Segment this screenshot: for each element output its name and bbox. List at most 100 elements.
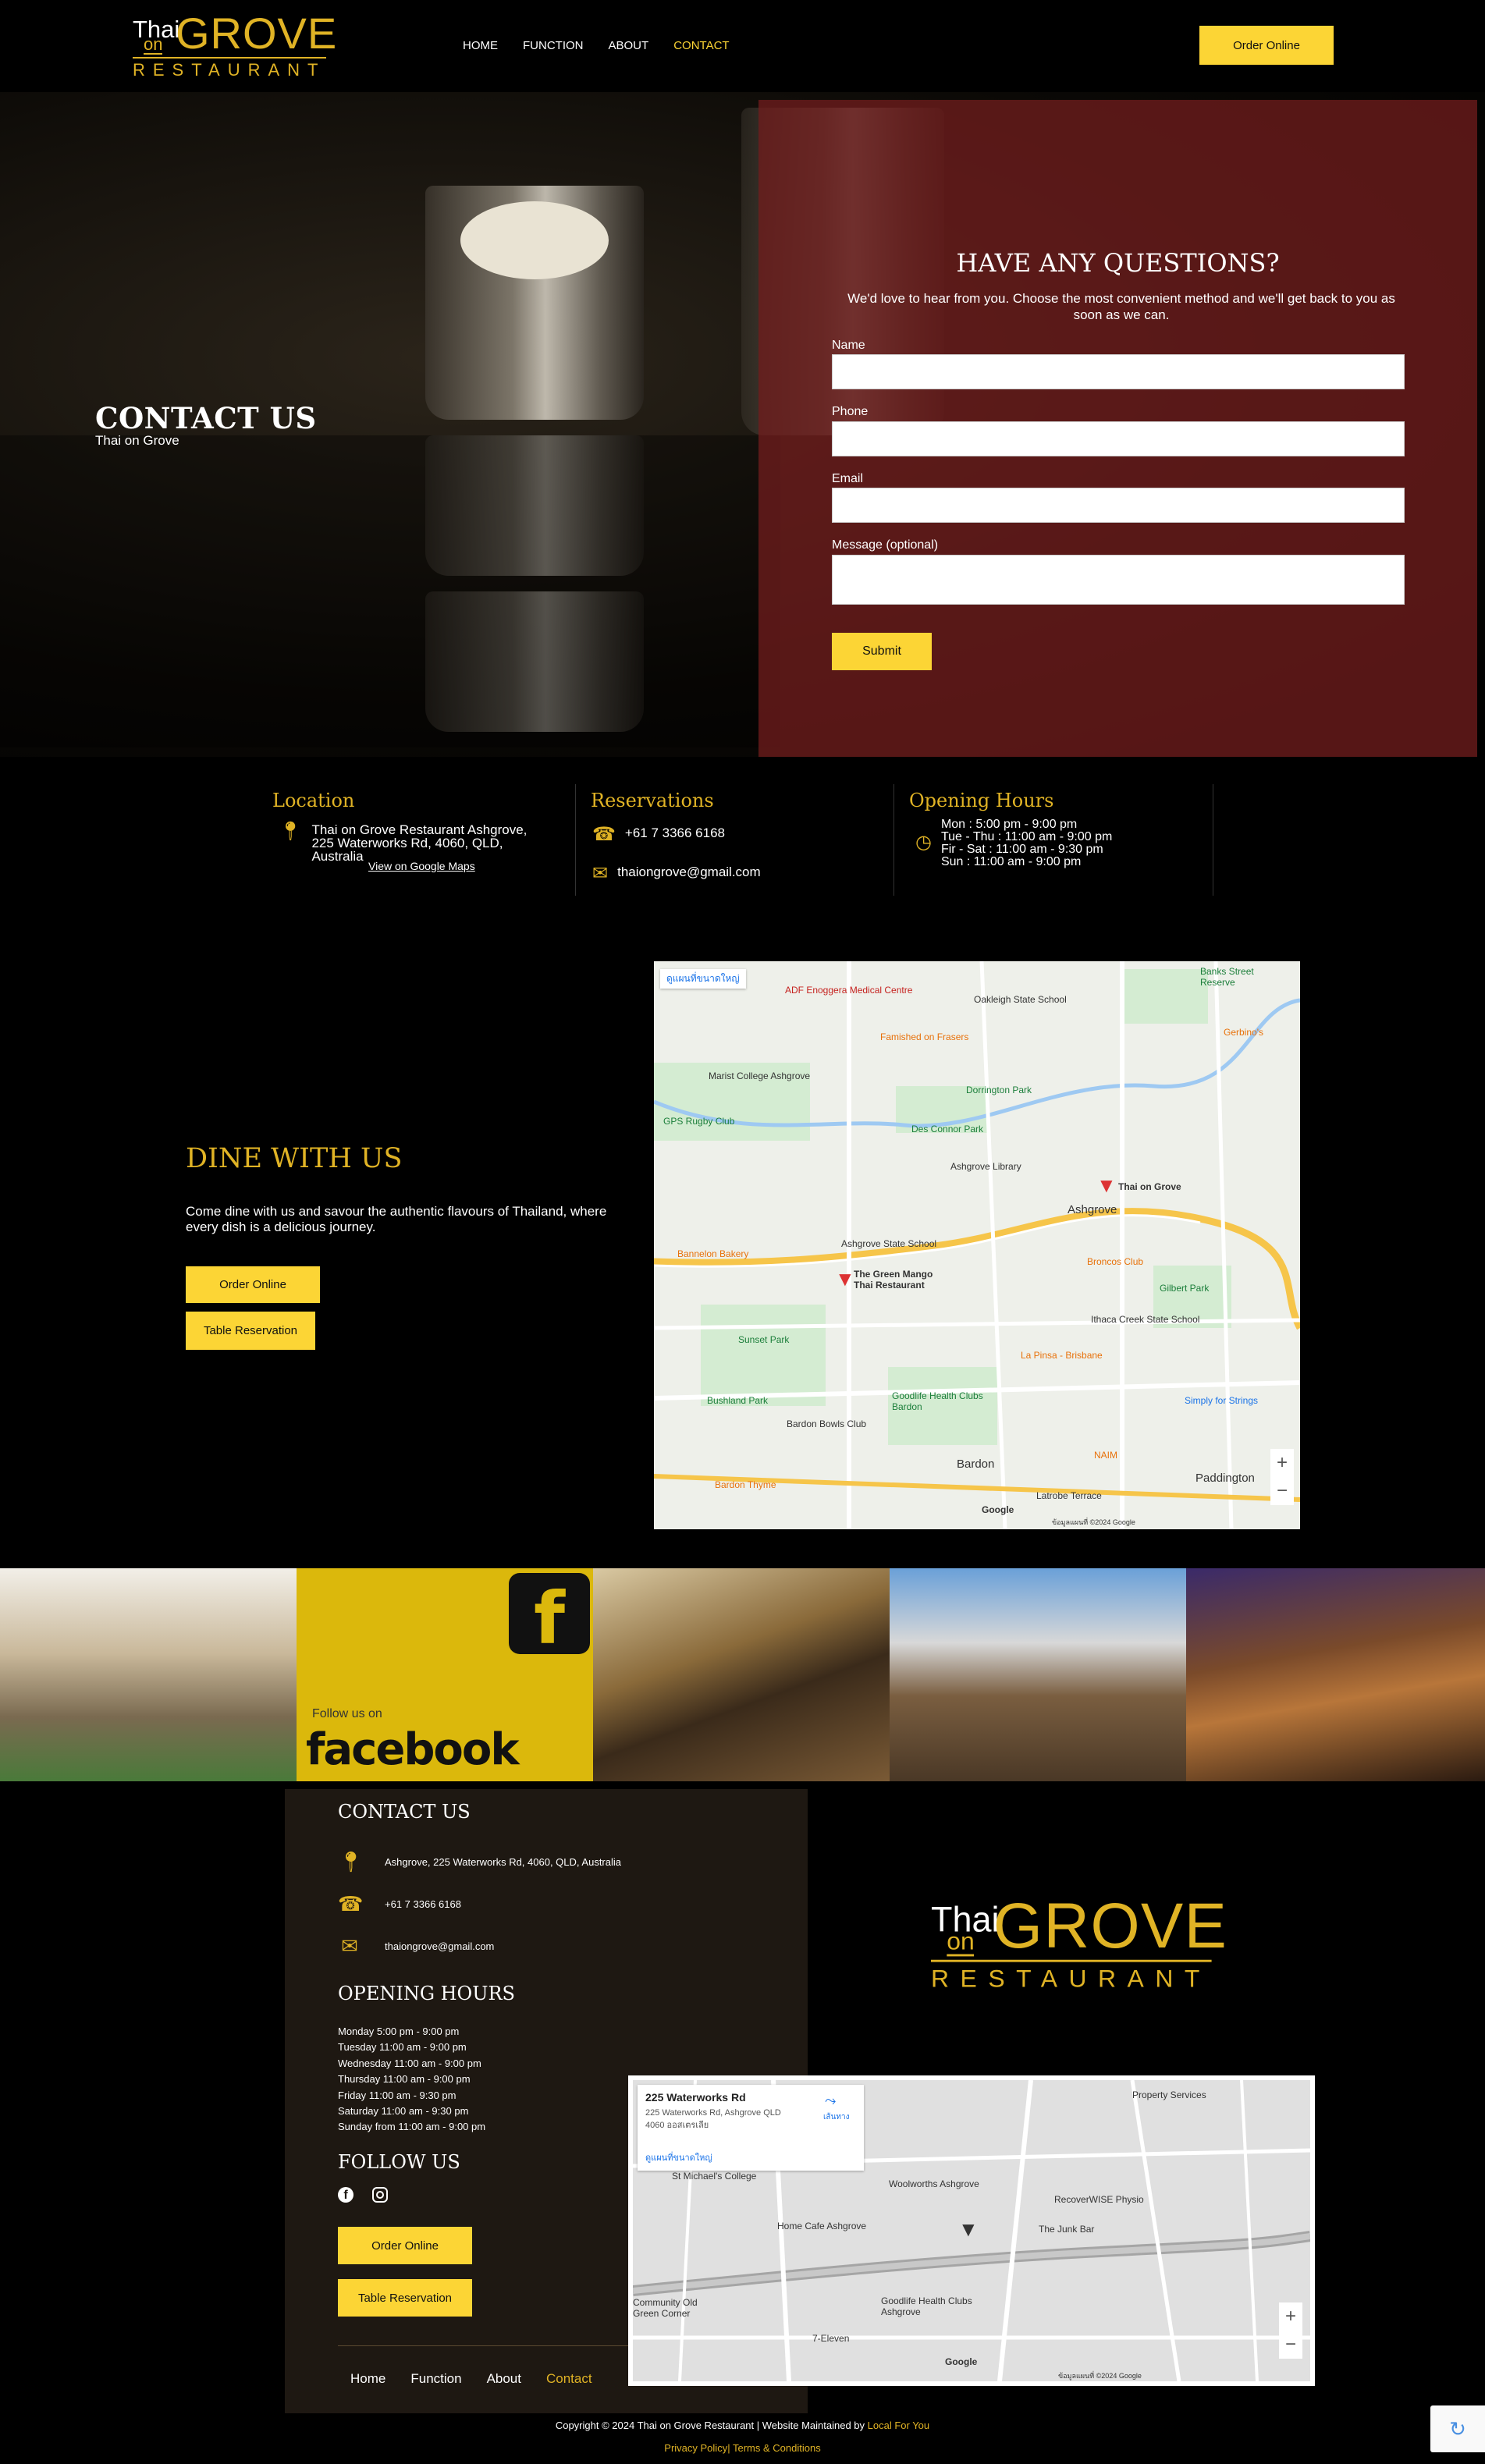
email-field[interactable] [832, 488, 1405, 523]
nav-home[interactable]: HOME [463, 39, 498, 52]
dine-table-reservation-button[interactable]: Table Reservation [186, 1312, 315, 1350]
phone-icon: ☎ [592, 824, 616, 845]
gallery-image[interactable] [593, 1568, 890, 1781]
map-label: 7-Eleven [812, 2333, 850, 2344]
hero-subtitle: Thai on Grove [95, 433, 179, 448]
reservation-email-line[interactable]: ✉ thaiongrove@gmail.com [592, 865, 761, 883]
location-heading: Location [272, 790, 355, 811]
map-attribution: ข้อมูลแผนที่ ©2024 Google [1052, 1518, 1135, 1526]
footer-nav-about[interactable]: About [487, 2371, 521, 2387]
footer-phone-line[interactable]: ☎ +61 7 3366 6168 [338, 1894, 461, 1914]
email-label: Email [832, 472, 864, 485]
map-label: Goodlife Health Clubs Bardon [892, 1390, 983, 1412]
map-label: Woolworths Ashgrove [889, 2178, 979, 2189]
footer-order-online-button[interactable]: Order Online [338, 2227, 472, 2264]
info-divider [893, 784, 894, 896]
map-label: Ithaca Creek State School [1091, 1314, 1200, 1325]
location-map[interactable]: ดูแผนที่ขนาดใหญ่ Oakleigh State School B… [654, 961, 1300, 1529]
map-pin-icon: ▼ [835, 1267, 855, 1291]
map-label: La Pinsa - Brisbane [1021, 1350, 1103, 1361]
restaurant-map-pin-icon[interactable]: ▼ [1096, 1173, 1117, 1198]
location-column: Location 📍︎ Thai on Grove Restaurant Ash… [272, 784, 569, 896]
info-divider [575, 784, 576, 896]
reservation-phone: +61 7 3366 6168 [624, 825, 726, 840]
map-zoom-control[interactable]: + − [1270, 1449, 1294, 1505]
footer-nav-contact[interactable]: Contact [546, 2371, 592, 2387]
footer-table-reservation-button[interactable]: Table Reservation [338, 2279, 472, 2317]
map-label: Simply for Strings [1185, 1395, 1259, 1406]
footer-nav-function[interactable]: Function [410, 2371, 461, 2387]
gallery-image[interactable] [0, 1568, 297, 1781]
form-intro: We'd love to hear from you. Choose the m… [847, 291, 1395, 322]
map-label: Thai on Grove [1118, 1181, 1181, 1192]
logo-grove: GROVE [993, 1889, 1228, 1962]
map-zoom-control[interactable]: + − [1279, 2302, 1302, 2359]
map-label: RecoverWISE Physio [1054, 2194, 1144, 2205]
map-label: Bardon Thyme [715, 1479, 776, 1490]
form-heading: HAVE ANY QUESTIONS? [956, 248, 1280, 278]
facebook-tile[interactable]: f Follow us on facebook [297, 1568, 593, 1781]
maintainer-link[interactable]: Local For You [868, 2420, 930, 2431]
footer-hours-list: Monday 5:00 pm - 9:00 pm Tuesday 11:00 a… [338, 2024, 485, 2136]
hours-line: Sun : 11:00 am - 9:00 pm [940, 855, 1082, 868]
footer-nav: Home Function About Contact [350, 2371, 592, 2387]
submit-button[interactable]: Submit [832, 633, 932, 670]
location-pin-icon[interactable]: ▼ [958, 2217, 979, 2242]
legal-links: Privacy Policy| Terms & Conditions [0, 2442, 1485, 2454]
map-label: NAIM [1094, 1450, 1117, 1461]
site-header: Thai on GROVE RESTAURANT HOME FUNCTION A… [0, 0, 1485, 92]
footer-phone: +61 7 3366 6168 [385, 1898, 461, 1910]
map-label: Des Connor Park [911, 1124, 984, 1134]
location-line: 📍︎ Thai on Grove Restaurant Ashgrove, 22… [279, 822, 552, 864]
view-larger-map-link[interactable]: ดูแผนที่ขนาดใหญ่ [645, 2150, 712, 2164]
reservation-phone-line[interactable]: ☎ +61 7 3366 6168 [592, 824, 726, 845]
map-label: ADF Enoggera Medical Centre [785, 985, 913, 996]
footer-hours-line: Sunday from 11:00 am - 9:00 pm [338, 2121, 486, 2133]
recaptcha-badge-icon[interactable]: ↻ [1430, 2405, 1485, 2452]
map-label: Property Services [1132, 2089, 1206, 2100]
directions-link[interactable]: เส้นทาง [823, 2111, 849, 2123]
footer-hours-line: Monday 5:00 pm - 9:00 pm [338, 2026, 460, 2037]
header-order-online-button[interactable]: Order Online [1199, 26, 1334, 65]
logo-on: on [144, 34, 163, 55]
gallery-image[interactable] [890, 1568, 1186, 1781]
name-field[interactable] [832, 354, 1405, 389]
reservations-heading: Reservations [591, 790, 714, 811]
map-label: Ashgrove State School [841, 1238, 937, 1249]
map-label: Marist College Ashgrove [709, 1070, 811, 1081]
contact-form-panel: HAVE ANY QUESTIONS? We'd love to hear fr… [758, 100, 1477, 757]
nav-about[interactable]: ABOUT [609, 39, 649, 52]
view-larger-map-link[interactable]: ดูแผนที่ขนาดใหญ่ [660, 969, 746, 989]
privacy-policy-link[interactable]: Privacy Policy [664, 2442, 727, 2454]
facebook-icon: f [509, 1573, 590, 1660]
map-label: Ashgrove [1068, 1203, 1117, 1216]
dine-text: Come dine with us and savour the authent… [186, 1204, 607, 1234]
gallery-image[interactable] [1186, 1568, 1485, 1781]
place-card-address: 225 Waterworks Rd, Ashgrove QLD 4060 ออส… [645, 2108, 781, 2130]
hours-block: ◷ Mon : 5:00 pm - 9:00 pm Tue - Thu : 11… [915, 818, 1112, 868]
directions-icon[interactable]: ⤳ [825, 2093, 836, 2109]
nav-contact[interactable]: CONTACT [673, 39, 729, 52]
phone-label: Phone [832, 405, 869, 418]
footer-hours-line: Saturday 11:00 am - 9:30 pm [338, 2105, 469, 2118]
nav-function[interactable]: FUNCTION [523, 39, 584, 52]
facebook-icon[interactable]: f [338, 2187, 353, 2203]
map-label: St Michael's College [672, 2171, 757, 2182]
social-links: f [338, 2187, 388, 2203]
view-google-maps-link[interactable]: View on Google Maps [368, 860, 475, 872]
footer-hours-line: Thursday 11:00 am - 9:00 pm [338, 2073, 471, 2086]
phone-field[interactable] [832, 421, 1405, 456]
map-label: Banks Street Reserve [1200, 966, 1254, 988]
hours-line: Tue - Thu : 11:00 am - 9:00 pm [940, 830, 1113, 843]
map-label: Community Old Green Corner [633, 2297, 698, 2319]
hours-line: Fir - Sat : 11:00 am - 9:30 pm [940, 843, 1103, 856]
footer-map[interactable]: 225 Waterworks Rd 225 Waterworks Rd, Ash… [628, 2075, 1315, 2386]
site-logo[interactable]: Thai on GROVE RESTAURANT [133, 9, 336, 80]
terms-link[interactable]: Terms & Conditions [733, 2442, 821, 2454]
message-field[interactable] [832, 555, 1405, 605]
map-label: The Junk Bar [1039, 2224, 1095, 2235]
dine-order-online-button[interactable]: Order Online [186, 1266, 320, 1303]
footer-email-line[interactable]: ✉ thaiongrove@gmail.com [338, 1936, 494, 1956]
footer-nav-home[interactable]: Home [350, 2371, 385, 2387]
instagram-icon[interactable] [372, 2187, 388, 2203]
